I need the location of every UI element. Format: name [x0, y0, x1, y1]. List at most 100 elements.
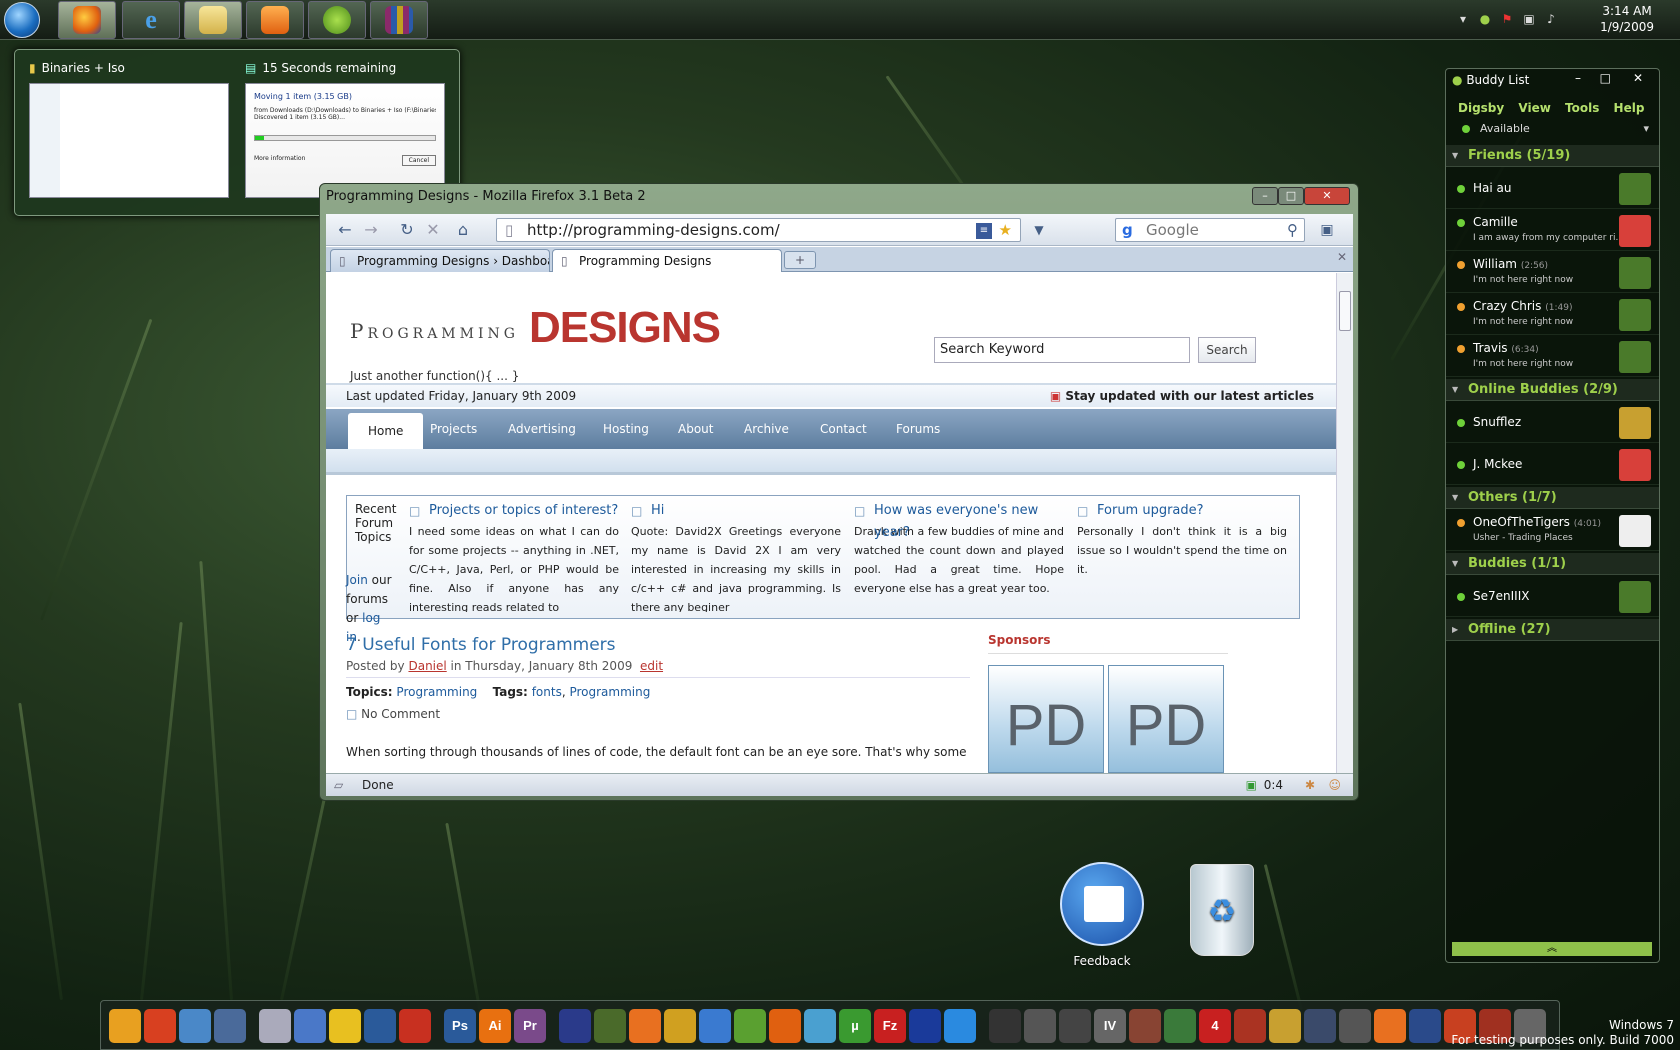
taskbar-explorer-button[interactable] [184, 1, 242, 39]
url-bar[interactable]: ▯ http://programming-designs.com/ ≡ ★ [496, 218, 1021, 242]
dock-app-icon[interactable] [559, 1009, 591, 1043]
author-link[interactable]: Daniel [408, 659, 446, 673]
dock-app-icon[interactable] [1304, 1009, 1336, 1043]
forum-topic-title[interactable]: Projects or topics of interest? [409, 500, 619, 522]
expand-button[interactable]: ︽ [1452, 942, 1652, 956]
dock-app-icon[interactable] [769, 1009, 801, 1043]
buddy-row[interactable]: Crazy Chris (1:49) I'm not here right now [1446, 295, 1659, 335]
dock-app-icon[interactable]: Ps [444, 1009, 476, 1043]
buddy-group-header[interactable]: Offline (27) [1446, 619, 1659, 641]
dock-app-icon[interactable] [179, 1009, 211, 1043]
home-icon[interactable]: ⌂ [452, 219, 474, 241]
tools-icon[interactable]: ✱ [1305, 774, 1315, 796]
forum-topic-title[interactable]: How was everyone's new year? [854, 500, 1064, 540]
forum-topic-title[interactable]: Forum upgrade? [1077, 500, 1287, 522]
dock-app-icon[interactable] [1269, 1009, 1301, 1043]
reload-icon[interactable]: ↻ [396, 219, 418, 241]
close-tab-icon[interactable]: ✕ [1337, 250, 1347, 264]
recycle-bin-desktop-icon[interactable]: ♻ [1182, 864, 1262, 956]
edit-link[interactable]: edit [640, 659, 663, 673]
dock-app-icon[interactable] [1409, 1009, 1441, 1043]
new-tab-button[interactable]: + [784, 251, 816, 269]
sponsor-banner[interactable]: PD [1108, 665, 1224, 773]
stop-icon[interactable]: ✕ [422, 219, 444, 241]
dock-app-icon[interactable] [594, 1009, 626, 1043]
buddy-row[interactable]: OneOfTheTigers (4:01) Usher - Trading Pla… [1446, 511, 1659, 551]
tab-programming-designs[interactable]: ▯ Programming Designs [552, 249, 782, 272]
dock-app-icon[interactable] [1059, 1009, 1091, 1043]
menu-tools[interactable]: Tools [1565, 101, 1599, 115]
dock-app-icon[interactable]: Fz [874, 1009, 906, 1043]
nav-advertising[interactable]: Advertising [508, 409, 576, 449]
nav-home[interactable]: Home [348, 413, 424, 449]
taskbar-digsby-button[interactable] [308, 1, 366, 39]
status-selector[interactable]: Available ▾ [1454, 119, 1649, 139]
dock-app-icon[interactable] [1234, 1009, 1266, 1043]
action-center-icon[interactable]: ⚑ [1500, 12, 1514, 26]
network-icon[interactable]: ▣ [1522, 12, 1536, 26]
windows-orb-icon[interactable] [4, 2, 40, 38]
tag-link[interactable]: fonts [532, 685, 562, 699]
post-title[interactable]: 7 Useful Fonts for Programmers [346, 635, 616, 655]
url-dropdown-icon[interactable]: ▼ [1028, 219, 1050, 241]
dock-app-icon[interactable]: Ai [479, 1009, 511, 1043]
buddy-group-header[interactable]: Others (1/7) [1446, 487, 1659, 509]
preview-copy-progress[interactable]: ▤ 15 Seconds remaining Moving 1 item (3.1… [245, 58, 445, 198]
tab-dashboard[interactable]: ▯ Programming Designs › Dashboard... [330, 249, 550, 272]
buddy-row[interactable]: Hai au [1446, 169, 1659, 209]
close-button[interactable]: ✕ [1633, 71, 1643, 85]
search-icon[interactable]: ⚲ [1287, 219, 1298, 241]
dock-app-icon[interactable] [259, 1009, 291, 1043]
dock-app-icon[interactable] [909, 1009, 941, 1043]
dock-app-icon[interactable] [364, 1009, 396, 1043]
dock-app-icon[interactable] [734, 1009, 766, 1043]
dock-app-icon[interactable] [944, 1009, 976, 1043]
dock-app-icon[interactable] [294, 1009, 326, 1043]
taskbar-firefox-button[interactable] [58, 1, 116, 39]
minimize-button[interactable]: – [1575, 71, 1581, 85]
nav-archive[interactable]: Archive [744, 409, 789, 449]
search-bar[interactable]: g Google ⚲ [1115, 218, 1305, 242]
scroll-thumb[interactable] [1339, 291, 1351, 331]
smiley-icon[interactable]: ☺ [1328, 774, 1341, 796]
dock-app-icon[interactable] [329, 1009, 361, 1043]
feedback-desktop-icon[interactable]: Feedback [1052, 862, 1152, 968]
search-keyword-input[interactable]: Search Keyword [934, 337, 1190, 363]
maximize-button[interactable]: □ [1278, 187, 1304, 205]
dock-app-icon[interactable] [1129, 1009, 1161, 1043]
dock-app-icon[interactable] [699, 1009, 731, 1043]
buddy-row[interactable]: Snufflez [1446, 403, 1659, 443]
sponsor-banner[interactable]: PD [988, 665, 1104, 773]
dock-app-icon[interactable] [399, 1009, 431, 1043]
nav-hosting[interactable]: Hosting [603, 409, 649, 449]
rss-subscribe-link[interactable]: ▣ Stay updated with our latest articles [1050, 385, 1314, 407]
page-scrollbar[interactable] [1336, 273, 1353, 773]
clock[interactable]: 3:14 AM 1/9/2009 [1600, 3, 1654, 35]
topic-link[interactable]: Programming [396, 685, 477, 699]
forward-icon[interactable]: → [360, 219, 382, 241]
dock-app-icon[interactable] [664, 1009, 696, 1043]
dock-app-icon[interactable] [989, 1009, 1021, 1043]
menu-digsby[interactable]: Digsby [1458, 101, 1504, 115]
buddy-row[interactable]: J. Mckee [1446, 445, 1659, 485]
dock-app-icon[interactable] [109, 1009, 141, 1043]
buddy-row[interactable]: Camille I am away from my computer ri... [1446, 211, 1659, 251]
addon-icon[interactable]: ▣ [1246, 774, 1257, 796]
buddy-row[interactable]: William (2:56) I'm not here right now [1446, 253, 1659, 293]
dock-app-icon[interactable] [1374, 1009, 1406, 1043]
nav-about[interactable]: About [678, 409, 713, 449]
dock-app-icon[interactable]: 4 [1199, 1009, 1231, 1043]
dock-app-icon[interactable]: IV [1094, 1009, 1126, 1043]
post-comment[interactable]: □ No Comment [346, 707, 440, 721]
forum-topic-title[interactable]: Hi [631, 500, 841, 522]
tab-overview-icon[interactable]: ▣ [1316, 219, 1338, 241]
dock-app-icon[interactable] [1164, 1009, 1196, 1043]
search-button[interactable]: Search [1198, 337, 1256, 363]
dock-app-icon[interactable] [214, 1009, 246, 1043]
nav-contact[interactable]: Contact [820, 409, 867, 449]
rss-icon[interactable]: ≡ [976, 223, 992, 239]
digsby-tray-icon[interactable]: ● [1478, 12, 1492, 26]
nav-forums[interactable]: Forums [896, 409, 940, 449]
taskbar-ie-button[interactable]: e [122, 1, 180, 39]
site-logo[interactable]: Programming DESIGNS [350, 303, 721, 353]
